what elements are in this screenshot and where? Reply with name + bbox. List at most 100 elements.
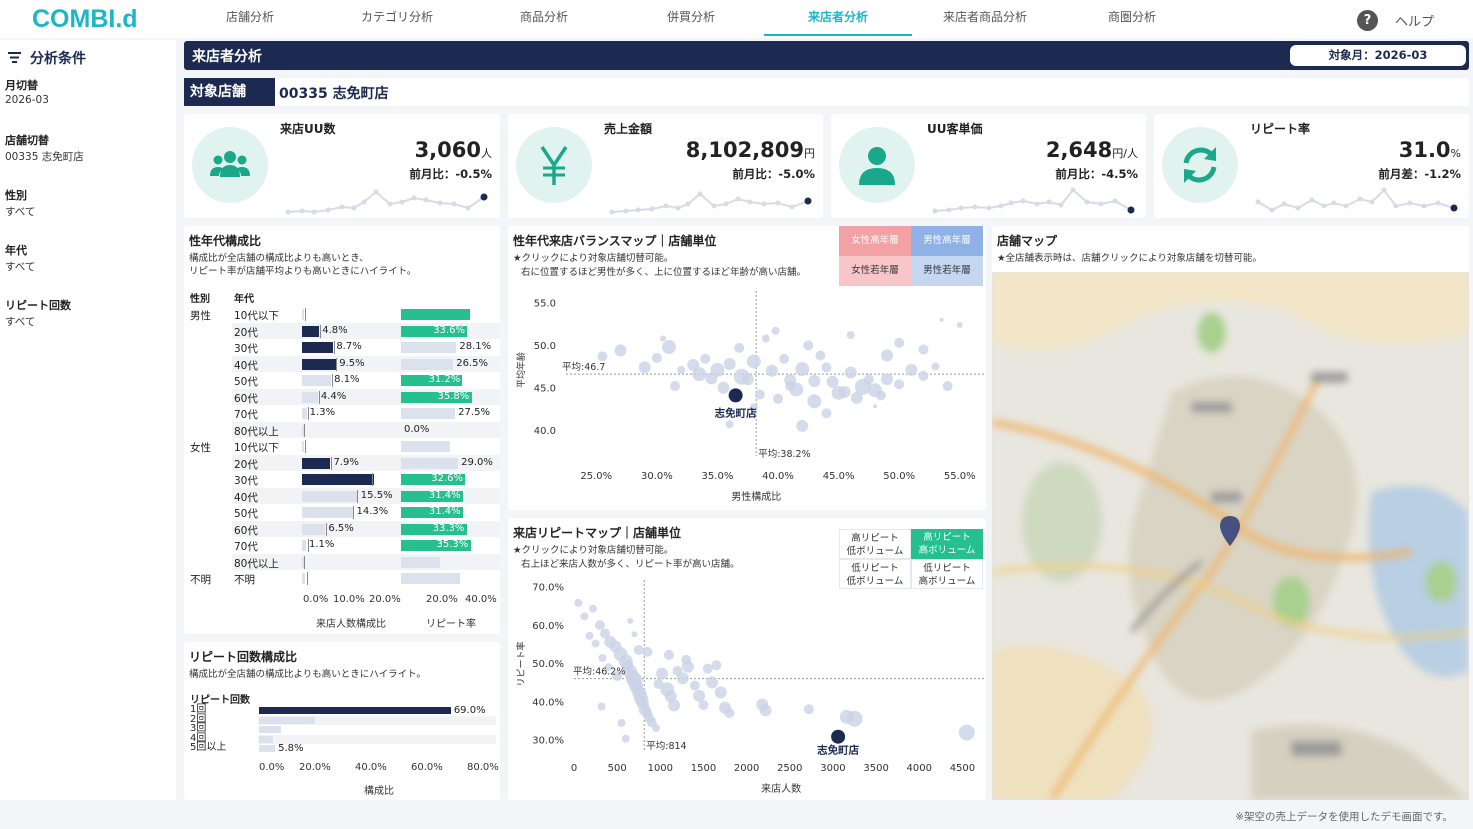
- store-point[interactable]: [711, 660, 722, 671]
- repeat-rate-bar[interactable]: [401, 408, 456, 419]
- repeat-rate-bar[interactable]: [401, 441, 451, 452]
- composition-bar[interactable]: [302, 490, 358, 502]
- store-point[interactable]: [597, 702, 606, 711]
- store-point[interactable]: [692, 367, 707, 382]
- store-point[interactable]: [651, 353, 662, 364]
- store-point[interactable]: [863, 374, 874, 385]
- store-point[interactable]: [942, 381, 953, 392]
- composition-bar[interactable]: [302, 408, 307, 419]
- store-point[interactable]: [631, 631, 638, 638]
- store-point[interactable]: [754, 389, 765, 400]
- nav-tab-1[interactable]: カテゴリ分析: [323, 0, 471, 36]
- repeat-scatter-plot[interactable]: 30.0% 40.0% 50.0% 60.0% 70.0% 0 500 1000 1500 200…: [508, 518, 986, 800]
- store-point[interactable]: [642, 646, 653, 657]
- balance-scatter-plot[interactable]: 40.0 45.0 50.0 55.0 25.0% 30.0% 35.0% 40.0% 45.0…: [508, 226, 986, 510]
- store-point[interactable]: [574, 598, 583, 607]
- store-point[interactable]: [594, 620, 605, 631]
- store-point[interactable]: [676, 672, 689, 685]
- composition-bar[interactable]: [302, 375, 332, 386]
- store-point[interactable]: [821, 362, 832, 373]
- store-point[interactable]: [717, 381, 730, 394]
- store-point[interactable]: [850, 391, 863, 404]
- store-point[interactable]: [779, 353, 790, 364]
- store-point[interactable]: [741, 373, 754, 386]
- store-marker-icon[interactable]: [1220, 516, 1240, 546]
- store-point[interactable]: [652, 723, 660, 732]
- store-point[interactable]: [734, 342, 745, 353]
- store-point[interactable]: [808, 374, 821, 387]
- composition-bar[interactable]: [302, 358, 337, 370]
- filter-value-store[interactable]: 00335 志免町店: [5, 149, 84, 164]
- repeat-count-bar[interactable]: [259, 716, 315, 724]
- store-point[interactable]: [918, 344, 929, 355]
- store-point[interactable]: [773, 393, 784, 404]
- store-point[interactable]: [876, 390, 887, 401]
- repeat-count-bar[interactable]: [259, 726, 282, 733]
- store-point[interactable]: [785, 381, 796, 392]
- composition-bar[interactable]: [302, 507, 354, 518]
- store-point[interactable]: [670, 381, 681, 392]
- store-point[interactable]: [714, 686, 727, 699]
- store-point[interactable]: [939, 317, 944, 322]
- store-point[interactable]: [881, 349, 894, 362]
- store-point[interactable]: [958, 724, 975, 741]
- repeat-rate-bar[interactable]: [401, 457, 459, 469]
- nav-tab-0[interactable]: 店舗分析: [176, 0, 324, 36]
- store-point[interactable]: [746, 354, 761, 369]
- store-point[interactable]: [580, 612, 589, 621]
- store-point[interactable]: [617, 718, 626, 727]
- store-point[interactable]: [894, 379, 905, 390]
- store-point[interactable]: [591, 639, 600, 648]
- store-point[interactable]: [905, 363, 918, 376]
- store-point[interactable]: [702, 663, 713, 674]
- nav-tab-3[interactable]: 併買分析: [617, 0, 765, 36]
- composition-bar[interactable]: [302, 325, 320, 337]
- store-point[interactable]: [705, 372, 718, 385]
- store-point[interactable]: [815, 350, 826, 361]
- nav-tab-5[interactable]: 来店者商品分析: [911, 0, 1059, 36]
- repeat-rate-bar[interactable]: [401, 573, 461, 584]
- composition-bar[interactable]: [302, 540, 306, 551]
- store-point[interactable]: [838, 385, 851, 398]
- composition-bar[interactable]: [302, 441, 304, 452]
- composition-bar[interactable]: [302, 391, 318, 403]
- app-logo[interactable]: COMBI.d: [32, 5, 138, 34]
- store-point[interactable]: [585, 631, 594, 640]
- composition-bar[interactable]: [302, 474, 374, 485]
- nav-tab-2[interactable]: 商品分析: [470, 0, 618, 36]
- repeat-count-bar[interactable]: [259, 745, 276, 752]
- filter-value-gender[interactable]: すべて: [5, 204, 35, 219]
- nav-tab-4[interactable]: 来店者分析: [764, 0, 912, 36]
- store-point[interactable]: [668, 699, 681, 712]
- store-point[interactable]: [796, 419, 809, 432]
- store-point[interactable]: [638, 361, 651, 374]
- store-point[interactable]: [846, 331, 855, 340]
- store-point[interactable]: [689, 680, 700, 691]
- store-point[interactable]: [598, 653, 607, 662]
- store-point[interactable]: [627, 617, 634, 624]
- store-point[interactable]: [803, 340, 814, 351]
- store-point[interactable]: [633, 644, 644, 655]
- store-point[interactable]: [656, 667, 669, 680]
- store-point[interactable]: [881, 373, 894, 386]
- store-point[interactable]: [724, 708, 735, 719]
- filter-value-age[interactable]: すべて: [5, 259, 35, 274]
- store-point[interactable]: [771, 326, 780, 335]
- store-point[interactable]: [614, 344, 627, 357]
- store-point[interactable]: [826, 375, 839, 388]
- store-point[interactable]: [872, 404, 877, 409]
- store-point[interactable]: [761, 334, 770, 343]
- store-point[interactable]: [821, 408, 832, 419]
- repeat-rate-bar[interactable]: [401, 358, 454, 370]
- store-point[interactable]: [597, 351, 608, 362]
- repeat-rate-bar[interactable]: [401, 342, 457, 353]
- composition-bar[interactable]: [302, 573, 305, 584]
- help-link[interactable]: ヘルプ: [1395, 11, 1434, 30]
- store-map-viewport[interactable]: [992, 272, 1469, 800]
- highlight-store-point[interactable]: [831, 729, 846, 744]
- store-point[interactable]: [931, 362, 940, 371]
- store-point[interactable]: [723, 357, 736, 370]
- repeat-count-bar[interactable]: [259, 707, 451, 714]
- store-point[interactable]: [663, 649, 674, 660]
- store-point[interactable]: [759, 704, 772, 717]
